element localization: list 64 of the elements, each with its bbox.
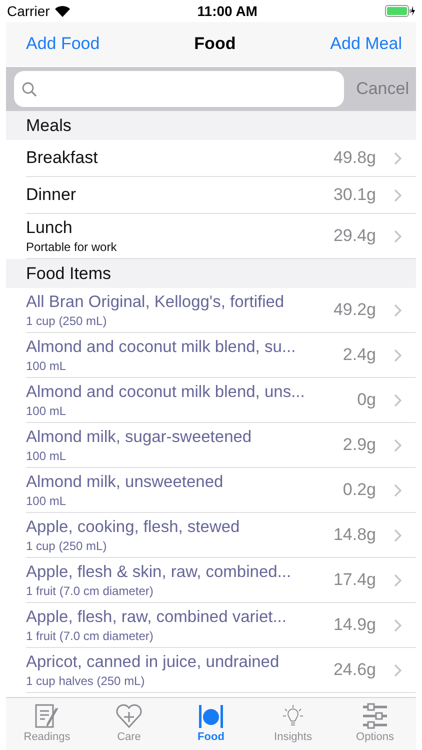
item-name: Almond and coconut milk blend, su...: [26, 337, 297, 358]
item-detail: 1 cup (250 mL): [26, 313, 108, 329]
carb-value: 24.6g: [333, 660, 376, 680]
tab-item[interactable]: Insights: [258, 698, 328, 750]
item-name: Almond and coconut milk blend, uns...: [26, 382, 306, 403]
carrier-label: Carrier: [7, 3, 50, 19]
carb-value: 14.8g: [333, 525, 376, 545]
wifi-icon: [54, 6, 70, 16]
item-name: Apricot, canned in juice, undrained: [26, 652, 280, 673]
item-detail: Portable for work: [26, 239, 118, 255]
item-name: Breakfast: [26, 147, 99, 169]
item-name: All Bran Original, Kellogg's, fortified: [26, 292, 286, 313]
item-detail: 100 mL: [26, 358, 68, 374]
carb-value: 29.4g: [333, 226, 376, 246]
item-name: Dinner: [26, 184, 78, 206]
chevron-icon: [394, 438, 402, 452]
item-detail: 1 cup (250 mL): [26, 538, 108, 554]
chevron-icon: [394, 574, 402, 586]
item-name: Almond milk, unsweetened: [26, 472, 224, 493]
add-meal-button[interactable]: Add Meal: [330, 34, 402, 54]
chevron-icon: [394, 528, 402, 542]
item-detail: 100 mL: [26, 448, 68, 464]
chevron-icon: [394, 484, 402, 496]
item-detail: 1 fruit (7.0 cm diameter): [26, 583, 154, 599]
chevron-icon: [394, 304, 402, 316]
carb-value: 0g: [357, 390, 376, 410]
section-header: Meals: [6, 111, 416, 140]
battery-icon: [385, 5, 415, 17]
carb-value: 14.9g: [333, 615, 376, 635]
sliders-icon: [360, 701, 390, 731]
item-name: Lunch: [26, 217, 74, 239]
chevron-icon: [394, 230, 402, 242]
tab-item[interactable]: Options: [340, 698, 410, 750]
search-field[interactable]: [14, 71, 344, 107]
chevron-icon: [394, 152, 402, 164]
item-detail: 100 mL: [26, 493, 68, 509]
item-name: Almond milk, sugar-sweetened: [26, 427, 253, 448]
item-detail: 1 fruit (7.0 cm diameter): [26, 628, 154, 644]
carb-value: 49.8g: [333, 148, 376, 168]
heart-plus-icon: [114, 701, 144, 731]
tab-item[interactable]: Readings: [12, 698, 82, 750]
status-time: 11:00 AM: [197, 3, 258, 19]
chevron-icon: [394, 664, 402, 676]
tab-item[interactable]: Care: [94, 698, 164, 750]
section-header: Food Items: [6, 259, 416, 288]
carb-value: 0.2g: [342, 480, 376, 500]
chevron-icon: [394, 188, 402, 202]
carb-value: 17.4g: [333, 570, 376, 590]
carb-value: 49.2g: [333, 300, 376, 320]
carb-value: 2.9g: [342, 435, 376, 455]
item-name: Apple, flesh & skin, raw, combined...: [26, 562, 292, 583]
chevron-icon: [394, 348, 402, 362]
item-detail: 1 cup halves (250 mL): [26, 673, 146, 689]
chevron-icon: [394, 618, 402, 632]
chevron-icon: [394, 394, 402, 406]
search-icon: [22, 82, 37, 96]
tab-item[interactable]: Food: [176, 698, 246, 750]
item-name: Apple, flesh, raw, combined variet...: [26, 607, 288, 628]
item-name: Apple, cooking, flesh, stewed: [26, 517, 241, 538]
carb-value: 30.1g: [333, 185, 376, 205]
add-food-button[interactable]: Add Food: [26, 34, 100, 54]
carb-value: 2.4g: [342, 345, 376, 365]
nav-title: Food: [194, 34, 236, 54]
item-detail: 100 mL: [26, 403, 68, 419]
